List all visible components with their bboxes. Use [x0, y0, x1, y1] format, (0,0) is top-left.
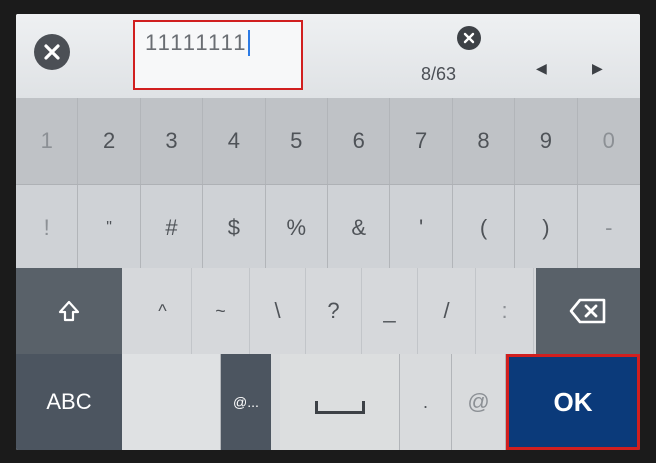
- at-domain-key[interactable]: @...: [221, 354, 271, 450]
- backspace-key[interactable]: [536, 268, 640, 354]
- cursor-left-button[interactable]: ◀: [536, 60, 547, 77]
- blank-key[interactable]: [122, 354, 221, 450]
- key-exclamation[interactable]: !: [16, 185, 79, 271]
- shift-up-icon: [58, 300, 80, 322]
- key-colon[interactable]: :: [476, 268, 534, 354]
- key-close-paren[interactable]: ): [515, 185, 578, 271]
- key-6[interactable]: 6: [328, 98, 391, 184]
- clear-button[interactable]: [457, 26, 481, 50]
- key-5[interactable]: 5: [266, 98, 328, 184]
- left-arrow-icon: ◀: [536, 60, 547, 76]
- key-apostrophe[interactable]: ': [390, 185, 453, 271]
- shift-key[interactable]: [16, 268, 122, 354]
- key-ampersand[interactable]: &: [328, 185, 391, 271]
- key-7[interactable]: 7: [390, 98, 453, 184]
- key-open-paren[interactable]: (: [453, 185, 516, 271]
- close-circle-icon: [44, 44, 60, 60]
- text-input-field[interactable]: 11111111: [133, 20, 303, 90]
- cursor-right-button[interactable]: ▶: [592, 60, 603, 77]
- special-row: ^ ~ \ ? _ / :: [16, 268, 640, 354]
- right-arrow-icon: ▶: [592, 60, 603, 76]
- space-icon: [314, 400, 365, 414]
- touch-screen: 11111111 8/63 ◀ ▶ 1 2 3 4 5 6 7 8 9 0 ! …: [16, 14, 640, 450]
- digit-row: 1 2 3 4 5 6 7 8 9 0: [16, 98, 640, 184]
- key-1[interactable]: 1: [16, 98, 79, 184]
- key-tilde[interactable]: ~: [192, 268, 250, 354]
- clear-circle-icon: [463, 32, 475, 44]
- character-counter: 8/63: [421, 64, 457, 84]
- key-caret[interactable]: ^: [134, 268, 192, 354]
- symbol-row: ! " # $ % & ' ( ) -: [16, 184, 640, 271]
- bottom-row: ABC @... . @ OK: [16, 354, 640, 450]
- abc-mode-key[interactable]: ABC: [16, 354, 122, 450]
- key-percent[interactable]: %: [266, 185, 328, 271]
- key-dollar[interactable]: $: [203, 185, 266, 271]
- key-3[interactable]: 3: [141, 98, 204, 184]
- key-backslash[interactable]: \: [250, 268, 306, 354]
- key-slash[interactable]: /: [418, 268, 476, 354]
- cancel-button[interactable]: [34, 34, 70, 70]
- input-bar: 11111111 8/63 ◀ ▶: [16, 14, 640, 99]
- key-underscore[interactable]: _: [362, 268, 418, 354]
- input-value: 11111111: [145, 30, 251, 56]
- key-8[interactable]: 8: [453, 98, 516, 184]
- text-caret: [248, 30, 251, 56]
- key-4[interactable]: 4: [203, 98, 266, 184]
- key-at[interactable]: @: [452, 354, 506, 450]
- backspace-icon: [569, 298, 606, 324]
- key-hyphen[interactable]: -: [578, 185, 640, 271]
- key-2[interactable]: 2: [78, 98, 141, 184]
- key-9[interactable]: 9: [515, 98, 578, 184]
- key-hash[interactable]: #: [141, 185, 204, 271]
- ok-button[interactable]: OK: [506, 354, 640, 450]
- space-key[interactable]: [280, 354, 400, 450]
- key-question[interactable]: ?: [306, 268, 362, 354]
- key-period[interactable]: .: [400, 354, 452, 450]
- key-double-quote[interactable]: ": [78, 185, 141, 271]
- key-0[interactable]: 0: [578, 98, 640, 184]
